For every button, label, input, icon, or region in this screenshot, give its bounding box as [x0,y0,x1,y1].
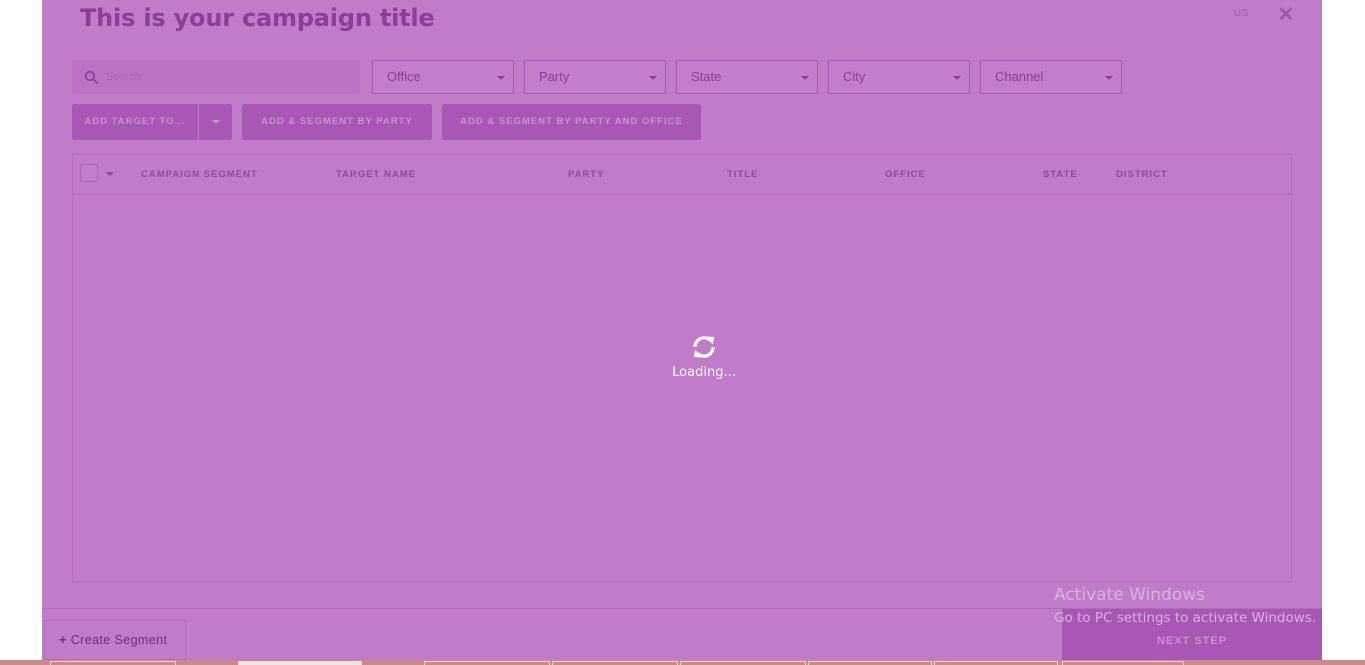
taskbar-item[interactable] [680,661,806,665]
search-input[interactable] [106,68,346,86]
segment-by-party-office-button[interactable]: ADD & SEGMENT BY PARTY AND OFFICE [442,104,701,140]
taskbar-item[interactable] [424,661,550,665]
channel-dropdown-label: Channel [995,69,1044,84]
activate-windows-watermark: Activate Windows Go to PC settings to ac… [1054,584,1316,628]
watermark-title: Activate Windows [1054,585,1205,605]
loading-indicator: Loading... [662,334,746,380]
state-dropdown-label: State [691,69,722,84]
table-header: CAMPAIGN SEGMENT TARGET NAME PARTY TITLE… [73,155,1291,195]
column-header-state[interactable]: STATE [1043,169,1078,180]
chevron-down-icon[interactable] [106,172,114,176]
column-header-party[interactable]: PARTY [568,169,605,180]
plus-icon: + [59,633,67,647]
watermark-subtitle: Go to PC settings to activate Windows. [1054,610,1317,626]
search-icon [84,70,98,84]
search-box[interactable] [72,60,360,94]
chevron-down-icon [649,76,657,80]
party-dropdown[interactable]: Party [524,60,666,94]
taskbar-item[interactable] [808,661,932,665]
chevron-down-icon [212,120,220,124]
city-dropdown[interactable]: City [828,60,970,94]
chevron-down-icon [497,76,505,80]
create-segment-label: Create Segment [70,633,168,647]
channel-dropdown[interactable]: Channel [980,60,1122,94]
party-dropdown-label: Party [539,69,570,84]
taskbar-item[interactable] [934,661,1058,665]
loading-text: Loading... [672,365,736,380]
city-dropdown-label: City [843,69,866,84]
refresh-icon [693,336,715,358]
segment-by-party-button[interactable]: ADD & SEGMENT BY PARTY [242,104,432,140]
column-header-campaign-segment[interactable]: CAMPAIGN SEGMENT [141,169,258,180]
column-header-title[interactable]: TITLE [727,169,758,180]
locale-label[interactable]: US [1234,8,1249,19]
column-header-target-name[interactable]: TARGET NAME [336,169,416,180]
office-dropdown-label: Office [387,69,421,84]
close-icon[interactable]: ✕ [1276,2,1296,27]
screen: This is your campaign title US ✕ Office … [0,0,1365,665]
taskbar-item[interactable] [552,661,678,665]
chevron-down-icon [1105,76,1113,80]
add-target-button[interactable]: ADD TARGET TO... [72,104,198,140]
state-dropdown[interactable]: State [676,60,818,94]
campaign-modal: This is your campaign title US ✕ Office … [42,0,1322,661]
office-dropdown[interactable]: Office [372,60,514,94]
taskbar-item[interactable] [50,661,176,665]
create-segment-button[interactable]: + Create Segment [44,620,186,660]
taskbar-item[interactable] [1062,661,1184,665]
add-target-menu-toggle[interactable] [198,104,232,140]
chevron-down-icon [801,76,809,80]
column-header-district[interactable]: DISTRICT [1116,169,1168,180]
taskbar-item[interactable] [238,661,362,665]
chevron-down-icon [953,76,961,80]
page-title: This is your campaign title [80,4,435,32]
column-header-office[interactable]: OFFICE [885,169,926,180]
select-all-checkbox[interactable] [80,164,98,182]
